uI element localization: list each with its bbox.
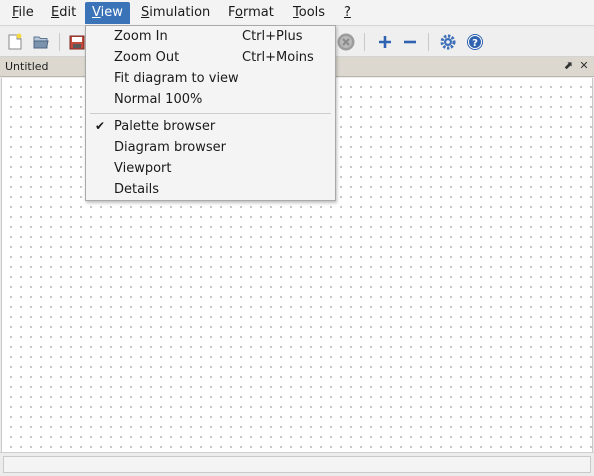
menu-item-shortcut: Ctrl+Moins — [242, 50, 314, 65]
open-folder-icon[interactable] — [31, 32, 51, 52]
toolbar-separator — [428, 33, 429, 51]
menu-item-details[interactable]: Details — [86, 179, 335, 200]
new-file-icon[interactable] — [5, 32, 25, 52]
zoom-in-icon[interactable] — [375, 32, 395, 52]
menu-simulation[interactable]: Simulation — [134, 2, 217, 24]
menu-item-label: Diagram browser — [114, 140, 226, 155]
save-icon[interactable] — [67, 32, 87, 52]
menu-item-label: Normal 100% — [114, 92, 203, 107]
toolbar-separator — [59, 33, 60, 51]
menu-bar: File Edit View Simulation Format Tools ? — [0, 0, 594, 26]
zoom-out-icon[interactable] — [400, 32, 420, 52]
menu-tools[interactable]: Tools — [286, 2, 332, 24]
check-icon: ✔ — [95, 119, 106, 133]
view-menu-dropdown: Zoom In Ctrl+Plus Zoom Out Ctrl+Moins Fi… — [85, 25, 336, 201]
close-icon[interactable]: ✕ — [578, 59, 590, 72]
menu-item-viewport[interactable]: Viewport — [86, 158, 335, 179]
menu-item-diagram-browser[interactable]: Diagram browser — [86, 137, 335, 158]
menu-edit[interactable]: Edit — [44, 2, 83, 24]
document-title: Untitled — [5, 60, 49, 73]
menu-item-palette-browser[interactable]: ✔ Palette browser — [86, 116, 335, 137]
menu-item-label: Viewport — [114, 161, 172, 176]
settings-icon[interactable] — [438, 32, 458, 52]
menu-file[interactable]: File — [5, 2, 41, 24]
help-icon[interactable]: ? — [465, 32, 485, 52]
menu-item-label: Fit diagram to view — [114, 71, 239, 86]
stop-icon[interactable] — [336, 32, 356, 52]
status-field — [3, 456, 591, 473]
menu-item-zoom-in[interactable]: Zoom In Ctrl+Plus — [86, 26, 335, 47]
menu-item-label: Zoom In — [114, 29, 168, 44]
menu-item-label: Palette browser — [114, 119, 216, 134]
menu-item-shortcut: Ctrl+Plus — [242, 29, 303, 44]
menu-item-zoom-out[interactable]: Zoom Out Ctrl+Moins — [86, 47, 335, 68]
svg-text:?: ? — [472, 38, 478, 49]
menu-item-label: Zoom Out — [114, 50, 180, 65]
menu-separator — [90, 113, 331, 114]
undock-icon[interactable]: ⬈ — [562, 59, 574, 72]
menu-format[interactable]: Format — [221, 2, 281, 24]
menu-item-label: Details — [114, 182, 160, 197]
menu-view[interactable]: View — [85, 2, 130, 24]
toolbar-separator — [364, 33, 365, 51]
menu-help[interactable]: ? — [337, 2, 358, 24]
menu-item-normal-100[interactable]: Normal 100% — [86, 89, 335, 110]
menu-item-fit-diagram[interactable]: Fit diagram to view — [86, 68, 335, 89]
status-bar — [0, 452, 594, 476]
